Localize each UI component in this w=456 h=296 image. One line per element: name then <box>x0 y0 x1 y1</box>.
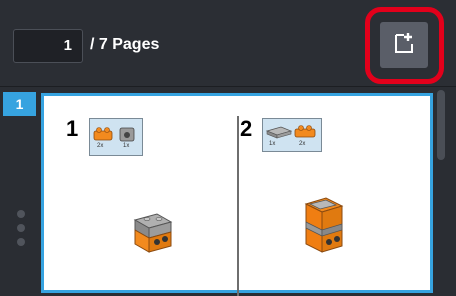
step-1-model <box>133 213 173 253</box>
parts-icons <box>93 127 135 142</box>
part-count: 1x <box>269 141 276 147</box>
parts-list-box: 2x 1x <box>89 118 143 156</box>
scrollbar[interactable] <box>437 90 445 160</box>
parts-list-box: 1x 2x <box>262 118 322 152</box>
part-count: 1x <box>123 143 130 149</box>
step-number: 1 <box>66 116 79 141</box>
step-number: 2 <box>240 116 253 141</box>
page-thumbnail[interactable]: 1 2x 1x 2 1x 2x <box>41 93 433 296</box>
page-total-label: / 7 Pages <box>90 36 160 53</box>
highlight-ring <box>365 7 444 84</box>
part-count: 2x <box>97 143 104 149</box>
toolbar: 1 / 7 Pages <box>0 0 456 87</box>
part-count: 2x <box>299 141 306 147</box>
step-divider <box>237 116 239 296</box>
drag-handle-icon[interactable] <box>16 210 26 254</box>
page-rail <box>0 87 43 284</box>
page-number-input[interactable]: 1 <box>13 29 83 63</box>
step-2-model <box>304 197 344 253</box>
page-number-badge[interactable]: 1 <box>3 92 36 116</box>
